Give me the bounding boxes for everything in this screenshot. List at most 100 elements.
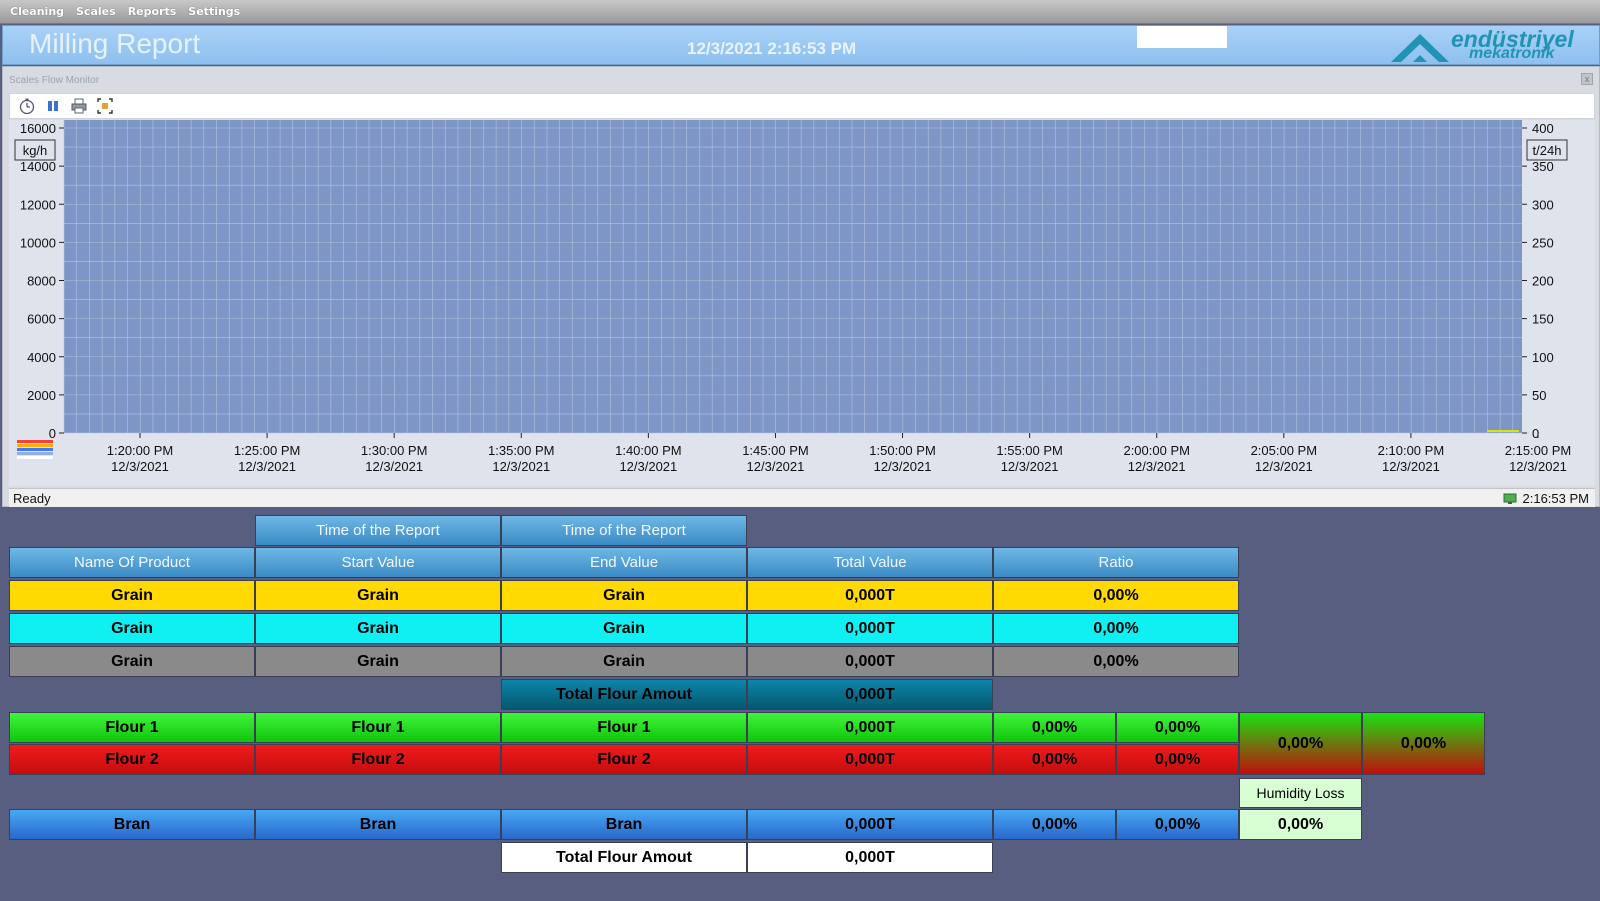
grain-2-ratio: 0,00%	[993, 613, 1239, 644]
bran-start: Bran	[255, 809, 501, 840]
x-tick-date: 12/3/2021	[619, 459, 677, 474]
report-datetime: 12/3/2021 2:16:53 PM	[687, 39, 857, 58]
x-tick-date: 12/3/2021	[111, 459, 169, 474]
status-text: Ready	[13, 491, 51, 506]
company-logo: endüstriyel mekatronik	[1389, 26, 1593, 64]
flour-2-name: Flour 2	[9, 744, 255, 775]
grain-1-ratio: 0,00%	[993, 580, 1239, 611]
y2-tick-label: 300	[1532, 197, 1554, 212]
y2-tick-label: 200	[1532, 274, 1554, 289]
y-tick-label: 14000	[20, 159, 56, 174]
bran-humidity-loss: 0,00%	[1239, 809, 1362, 840]
chart-toolbar	[9, 93, 1595, 119]
monitor-icon	[1503, 493, 1516, 504]
header-end-value: End Value	[501, 547, 747, 578]
panel-close-button[interactable]: x	[1581, 73, 1593, 85]
x-tick-time: 1:25:00 PM	[234, 443, 301, 458]
flour-1-name: Flour 1	[9, 712, 255, 743]
menu-settings[interactable]: Settings	[182, 5, 246, 18]
bran-ratio: 0,00%	[993, 809, 1116, 840]
x-tick-date: 12/3/2021	[492, 459, 550, 474]
y-axis-label: kg/h	[23, 143, 48, 158]
menu-scales[interactable]: Scales	[70, 5, 122, 18]
y-tick-label: 0	[49, 426, 56, 441]
total-flour-amount-value: 0,000T	[747, 679, 993, 710]
y2-tick-label: 100	[1532, 350, 1554, 365]
x-tick-time: 1:50:00 PM	[869, 443, 936, 458]
page-title: Milling Report	[29, 28, 201, 59]
x-tick-time: 1:45:00 PM	[742, 443, 809, 458]
logo-house-icon	[1391, 34, 1449, 62]
timer-button[interactable]	[16, 96, 38, 116]
grain-3-start: Grain	[255, 646, 501, 677]
y2-tick-label: 350	[1532, 159, 1554, 174]
stopwatch-icon	[19, 98, 35, 115]
y-tick-label: 6000	[27, 312, 56, 327]
print-button[interactable]	[68, 96, 90, 116]
x-tick-date: 12/3/2021	[747, 459, 805, 474]
header-start-value: Start Value	[255, 547, 501, 578]
y-tick-label: 10000	[20, 235, 56, 250]
grain-2-end: Grain	[501, 613, 747, 644]
total-flour-amount-label-2: Total Flour Amout	[501, 842, 747, 873]
panel-caption: Scales Flow Monitor	[9, 75, 100, 86]
grain-2-start: Grain	[255, 613, 501, 644]
y2-tick-label: 250	[1532, 235, 1554, 250]
legend-icon[interactable]	[17, 440, 53, 459]
x-tick-time: 2:10:00 PM	[1378, 443, 1445, 458]
y-tick-label: 12000	[20, 197, 56, 212]
grain-1-total: 0,000T	[747, 580, 993, 611]
status-time: 2:16:53 PM	[1522, 491, 1590, 506]
x-tick-date: 12/3/2021	[1382, 459, 1440, 474]
x-tick-date: 12/3/2021	[1128, 459, 1186, 474]
grain-3-name: Grain	[9, 646, 255, 677]
y2-axis-label: t/24h	[1533, 143, 1562, 158]
time-of-report-start-header: Time of the Report	[255, 515, 501, 546]
grain-2-total: 0,000T	[747, 613, 993, 644]
flour-2-ratio-2: 0,00%	[1116, 744, 1239, 775]
grain-1-end: Grain	[501, 580, 747, 611]
zoom-fit-button[interactable]	[94, 96, 116, 116]
flow-chart[interactable]: 0 2000 4000 6000 8000 10000 12000 14000 16000 05…	[9, 120, 1595, 486]
flour-1-ratio-2: 0,00%	[1116, 712, 1239, 743]
bran-ratio-2: 0,00%	[1116, 809, 1239, 840]
header-blank-box	[1137, 26, 1227, 48]
grain-1-start: Grain	[255, 580, 501, 611]
x-tick-date: 12/3/2021	[874, 459, 932, 474]
x-tick-time: 2:15:00 PM	[1505, 443, 1572, 458]
total-flour-amount-value-2: 0,000T	[747, 842, 993, 873]
x-tick-date: 12/3/2021	[365, 459, 423, 474]
y-tick-label: 8000	[27, 274, 56, 289]
flour-1-total: 0,000T	[747, 712, 993, 743]
grain-3-end: Grain	[501, 646, 747, 677]
x-tick-time: 1:30:00 PM	[361, 443, 428, 458]
grain-3-total: 0,000T	[747, 646, 993, 677]
flour-2-ratio: 0,00%	[993, 744, 1116, 775]
time-of-report-end-header: Time of the Report	[501, 515, 747, 546]
y2-tick-label: 400	[1532, 121, 1554, 136]
grain-2-name: Grain	[9, 613, 255, 644]
menu-reports[interactable]: Reports	[122, 5, 183, 18]
header-name-of-product: Name Of Product	[9, 547, 255, 578]
bran-total: 0,000T	[747, 809, 993, 840]
grain-3-ratio: 0,00%	[993, 646, 1239, 677]
menu-bar: Cleaning Scales Reports Settings	[0, 0, 1600, 24]
x-tick-time: 1:40:00 PM	[615, 443, 682, 458]
flour-1-ratio: 0,00%	[993, 712, 1116, 743]
x-tick-time: 2:05:00 PM	[1251, 443, 1318, 458]
status-bar: Ready 2:16:53 PM	[9, 488, 1595, 507]
flour-1-end: Flour 1	[501, 712, 747, 743]
menu-cleaning[interactable]: Cleaning	[4, 5, 70, 18]
x-tick-time: 2:00:00 PM	[1123, 443, 1190, 458]
flour-combined-ratio-2: 0,00%	[1362, 712, 1485, 775]
total-flour-amount-label: Total Flour Amout	[501, 679, 747, 710]
y2-tick-label: 50	[1532, 388, 1546, 403]
pause-button[interactable]	[42, 96, 64, 116]
header-ratio: Ratio	[993, 547, 1239, 578]
scales-flow-monitor-panel: Scales Flow Monitor x 0 2000 4000 6000 8…	[2, 66, 1600, 507]
flour-1-start: Flour 1	[255, 712, 501, 743]
y-tick-label: 2000	[27, 388, 56, 403]
zoom-fit-icon	[97, 98, 113, 114]
x-tick-date: 12/3/2021	[1001, 459, 1059, 474]
status-clock: 2:16:53 PM	[1503, 491, 1590, 506]
